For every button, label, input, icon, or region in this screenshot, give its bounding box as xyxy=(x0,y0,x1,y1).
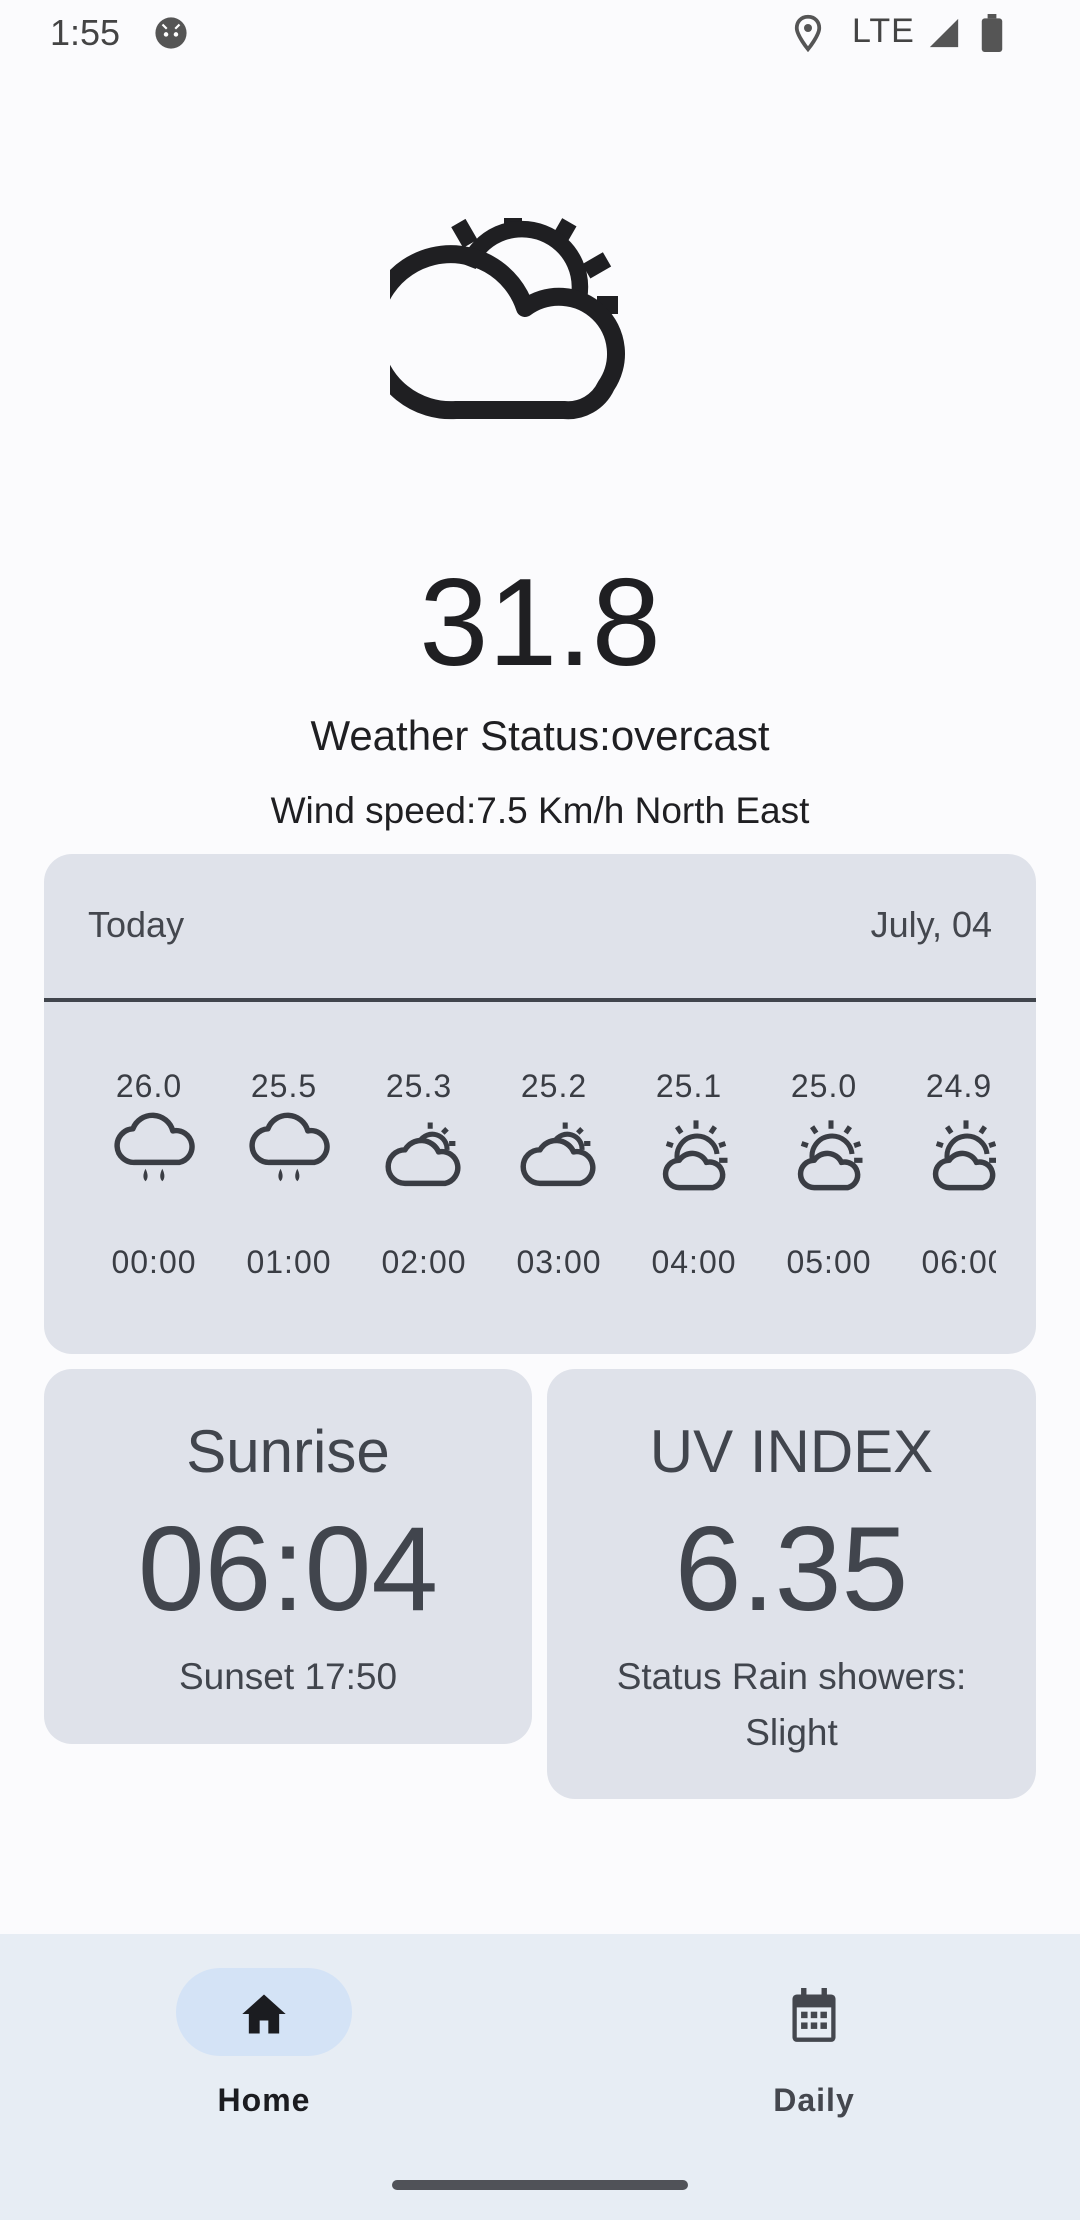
hour-temp: 24.9 xyxy=(925,1068,993,1104)
gesture-home-indicator[interactable] xyxy=(392,2180,688,2190)
network-type: LTE xyxy=(852,12,915,50)
bottom-navigation: Home Daily xyxy=(0,1934,1080,2220)
sunrise-card[interactable]: Sunrise 06:04 Sunset 17:50 xyxy=(44,1369,532,1744)
partly-cloudy-icon xyxy=(385,1122,461,1187)
sunrise-title: Sunrise xyxy=(186,1418,390,1485)
date-label: July, 04 xyxy=(870,904,992,945)
hour-temp: 25.0 xyxy=(790,1068,858,1104)
hour-temp: 26.0 xyxy=(115,1068,183,1104)
partly-cloudy-sun-icon xyxy=(932,1120,996,1191)
hour-temp: 25.2 xyxy=(520,1068,588,1104)
nav-label-home[interactable]: Home xyxy=(164,2082,364,2119)
hour-temp: 25.5 xyxy=(250,1068,318,1104)
hour-time: 03:00 xyxy=(516,1244,602,1280)
location-icon xyxy=(794,14,822,52)
status-time: 1:55 xyxy=(50,12,121,53)
hourly-scroll-strip[interactable]: 26.0 00:00 25.5 01:00 25.3 02:00 25.2 03… xyxy=(44,1002,996,1354)
nav-label-daily[interactable]: Daily xyxy=(714,2082,914,2119)
uv-index-title: UV INDEX xyxy=(649,1418,934,1485)
hour-item: 25.0 05:00 xyxy=(759,1002,894,1354)
calendar-icon[interactable] xyxy=(788,1988,840,2044)
uv-index-value: 6.35 xyxy=(674,1502,909,1636)
hour-temp: 25.1 xyxy=(655,1068,723,1104)
hour-item: 26.0 00:00 xyxy=(84,1002,219,1354)
battery-icon xyxy=(981,14,1003,52)
partly-cloudy-icon xyxy=(520,1122,596,1187)
hourly-card-header: Today July, 04 xyxy=(44,854,1036,998)
partly-cloudy-sun-icon xyxy=(797,1120,863,1191)
signal-icon xyxy=(929,18,959,48)
hourly-forecast-card: Today July, 04 26.0 00:00 25.5 01:00 25.… xyxy=(44,854,1036,1354)
hour-time: 00:00 xyxy=(111,1244,197,1280)
android-face-icon xyxy=(155,17,187,49)
hour-time: 05:00 xyxy=(786,1244,872,1280)
hour-time: 02:00 xyxy=(381,1244,467,1280)
hour-time: 06:00 xyxy=(921,1244,996,1280)
sunrise-time: 06:04 xyxy=(137,1502,439,1636)
wind-speed: Wind speed:7.5 Km/h North East xyxy=(270,790,810,831)
day-label: Today xyxy=(88,904,185,945)
uv-index-card[interactable]: UV INDEX 6.35 Status Rain showers: Sligh… xyxy=(547,1369,1036,1799)
hour-temp: 25.3 xyxy=(385,1068,453,1104)
home-icon[interactable] xyxy=(238,1988,290,2040)
weather-status: Weather Status:overcast xyxy=(310,712,770,759)
sunset-time: Sunset 17:50 xyxy=(178,1656,398,1697)
hour-item: 25.2 03:00 xyxy=(489,1002,624,1354)
hour-time: 04:00 xyxy=(651,1244,737,1280)
partly-cloudy-sun-icon xyxy=(662,1120,728,1191)
partly-cloudy-icon xyxy=(390,218,625,420)
hour-item: 25.1 04:00 xyxy=(624,1002,759,1354)
current-temperature: 31.8 xyxy=(419,554,661,692)
rain-icon xyxy=(114,1112,195,1182)
rain-icon xyxy=(249,1112,330,1182)
hour-item: 25.5 01:00 xyxy=(219,1002,354,1354)
hour-time: 01:00 xyxy=(246,1244,332,1280)
hour-item: 25.3 02:00 xyxy=(354,1002,489,1354)
hour-item: 24.9 06:00 xyxy=(894,1002,996,1354)
uv-status: Status Rain showers: Slight xyxy=(616,1656,967,1753)
status-bar: 1:55 LTE xyxy=(0,0,1080,64)
